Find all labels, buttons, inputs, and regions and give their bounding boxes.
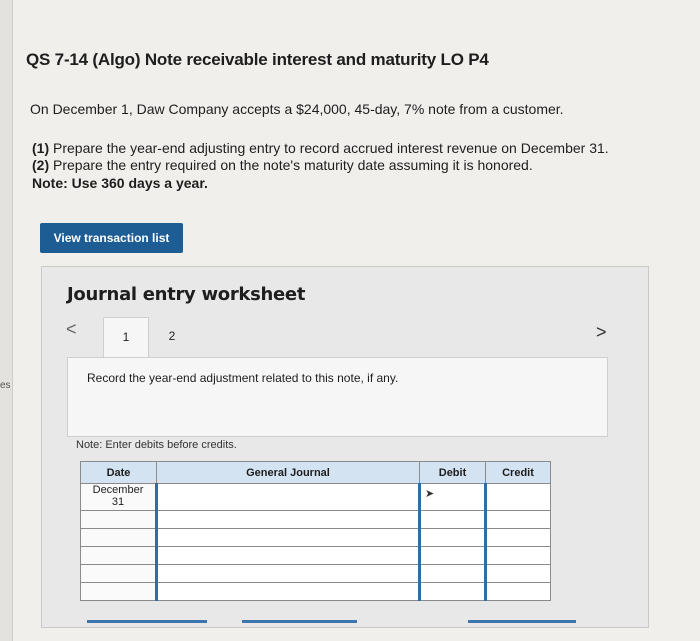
date-cell (80, 528, 157, 547)
entry-note: Note: Enter debits before credits. (76, 439, 237, 451)
account-input[interactable] (155, 528, 421, 547)
account-input[interactable] (155, 483, 421, 511)
tab-2[interactable]: 2 (152, 317, 192, 355)
left-panel-edge (0, 0, 13, 641)
instruction-panel: Record the year-end adjustment related t… (67, 357, 608, 437)
credit-input[interactable] (484, 546, 551, 565)
prev-arrow-icon[interactable]: < (66, 319, 77, 340)
problem-intro: On December 1, Daw Company accepts a $24… (30, 101, 564, 117)
account-input[interactable] (155, 564, 421, 583)
button-underline (242, 620, 357, 623)
date-cell (80, 582, 157, 601)
general-journal-header: General Journal (156, 461, 420, 484)
next-arrow-icon[interactable]: > (596, 322, 607, 343)
date-cell (80, 510, 157, 529)
debit-input[interactable] (418, 564, 486, 583)
credit-input[interactable] (484, 564, 551, 583)
button-underline (468, 620, 576, 623)
days-note: Note: Use 360 days a year. (32, 175, 208, 191)
debit-header: Debit (419, 461, 486, 484)
button-underline (87, 620, 207, 623)
debit-input[interactable] (418, 582, 486, 601)
credit-header: Credit (485, 461, 551, 484)
requirement-1: (1) Prepare the year-end adjusting entry… (32, 140, 609, 156)
credit-input[interactable] (484, 483, 551, 511)
account-input[interactable] (155, 582, 421, 601)
account-input[interactable] (155, 546, 421, 565)
journal-table: Date General Journal Debit Credit Decemb… (80, 461, 551, 601)
journal-entry-worksheet: Journal entry worksheet < 1 2 > Record t… (41, 266, 649, 628)
debit-input[interactable] (418, 510, 486, 529)
page-title: QS 7-14 (Algo) Note receivable interest … (26, 50, 489, 69)
date-header: Date (80, 461, 157, 484)
table-row (80, 582, 551, 601)
credit-input[interactable] (484, 582, 551, 601)
credit-input[interactable] (484, 510, 551, 529)
credit-input[interactable] (484, 528, 551, 547)
table-row (80, 546, 551, 565)
debit-input[interactable] (418, 546, 486, 565)
requirements: (1) Prepare the year-end adjusting entry… (32, 140, 609, 174)
worksheet-title: Journal entry worksheet (67, 284, 306, 305)
date-cell (80, 564, 157, 583)
instruction-text: Record the year-end adjustment related t… (87, 371, 399, 385)
mouse-cursor-icon: ➤ (425, 488, 435, 500)
view-transaction-list-button[interactable]: View transaction list (40, 223, 183, 253)
left-panel-label: es (0, 380, 11, 391)
account-input[interactable] (155, 510, 421, 529)
tab-1[interactable]: 1 (103, 317, 149, 359)
date-cell (80, 546, 157, 565)
debit-input[interactable] (418, 528, 486, 547)
date-cell: December 31 (80, 483, 157, 511)
table-row (80, 510, 551, 529)
requirement-2: (2) Prepare the entry required on the no… (32, 157, 533, 173)
table-row (80, 564, 551, 583)
table-row (80, 528, 551, 547)
table-row: December 31 (80, 483, 551, 511)
